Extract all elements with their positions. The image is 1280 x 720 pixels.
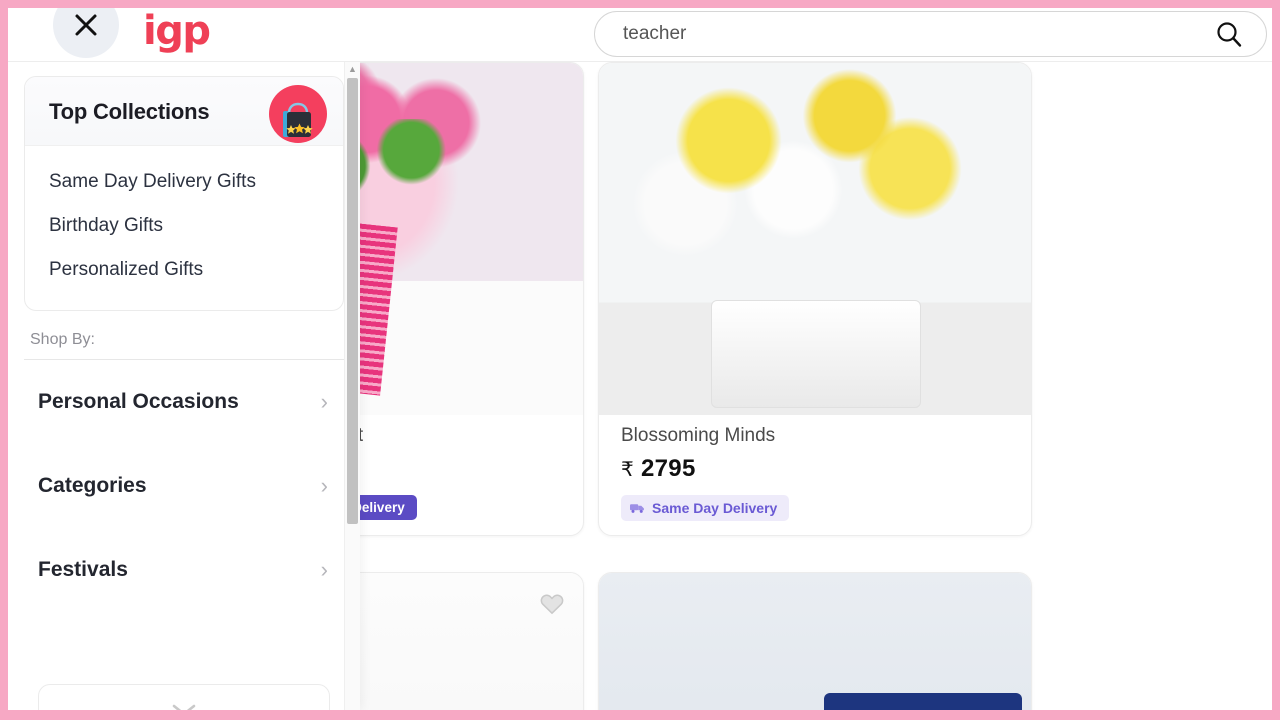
shopping-bag-stars-icon <box>269 85 327 143</box>
search-bar[interactable] <box>594 11 1267 57</box>
shop-by-label: Shop By: <box>24 331 344 360</box>
top-collections-card: Top Collections Same Day Delivery Gifts … <box>24 76 344 311</box>
top-collections-header: Top Collections <box>25 77 343 146</box>
drawer-scrollbar[interactable]: ▲ <box>344 62 360 710</box>
product-image <box>599 63 1031 415</box>
collection-link-same-day-delivery-gifts[interactable]: Same Day Delivery Gifts <box>25 160 343 204</box>
navigation-drawer: Top Collections Same Day Delivery Gifts … <box>8 62 360 710</box>
nav-item-categories[interactable]: Categories › <box>24 444 344 528</box>
igp-logo[interactable]: igp <box>143 11 211 51</box>
collection-link-personalized-gifts[interactable]: Personalized Gifts <box>25 248 343 292</box>
scroll-up-arrow[interactable]: ▲ <box>345 62 360 76</box>
chevron-right-icon: › <box>320 473 328 498</box>
nav-item-label: Personal Occasions <box>38 390 239 413</box>
badge-label: Same Day Delivery <box>652 500 778 516</box>
chevron-down-icon <box>172 704 196 710</box>
nav-item-label: Festivals <box>38 558 128 581</box>
search-input[interactable] <box>595 23 1214 45</box>
heart-icon[interactable] <box>539 591 565 617</box>
search-button[interactable] <box>1214 19 1266 49</box>
drawer-expand-card[interactable] <box>38 684 330 710</box>
chevron-right-icon: › <box>320 389 328 414</box>
nav-item-label: Categories <box>38 474 147 497</box>
drawer-content: Top Collections Same Day Delivery Gifts … <box>8 62 360 710</box>
product-card[interactable] <box>598 572 1032 710</box>
search-icon <box>1217 22 1242 47</box>
product-image <box>599 573 1031 710</box>
shopping-bag-stars-glyph <box>283 102 313 137</box>
currency-symbol: ₹ <box>621 457 635 481</box>
same-day-delivery-badge: Same Day Delivery <box>621 495 790 521</box>
price-value: 2795 <box>641 455 696 482</box>
product-card[interactable]: Blossoming Minds ₹ 2795 Same Day Deliver… <box>598 62 1032 536</box>
product-info: Blossoming Minds ₹ 2795 Same Day Deliver… <box>599 415 1031 535</box>
product-price: ₹ 2795 <box>621 455 1009 483</box>
close-button[interactable] <box>53 8 119 58</box>
browser-window-frame: …eatest… Elegant Rose Bouquet ₹ 745 4.7 <box>0 0 1280 720</box>
nav-item-personal-occasions[interactable]: Personal Occasions › <box>24 360 344 444</box>
nav-item-festivals[interactable]: Festivals › <box>24 528 344 612</box>
chevron-right-icon: › <box>320 557 328 582</box>
top-bar: igp <box>8 8 1272 62</box>
product-title: Blossoming Minds <box>621 425 776 446</box>
product-meta: Same Day Delivery <box>621 495 1009 521</box>
close-icon <box>75 14 97 36</box>
top-collections-links: Same Day Delivery Gifts Birthday Gifts P… <box>25 146 343 310</box>
scrollbar-thumb[interactable] <box>347 78 358 524</box>
page-viewport: …eatest… Elegant Rose Bouquet ₹ 745 4.7 <box>8 8 1272 710</box>
truck-icon <box>630 504 644 513</box>
collection-link-birthday-gifts[interactable]: Birthday Gifts <box>25 204 343 248</box>
